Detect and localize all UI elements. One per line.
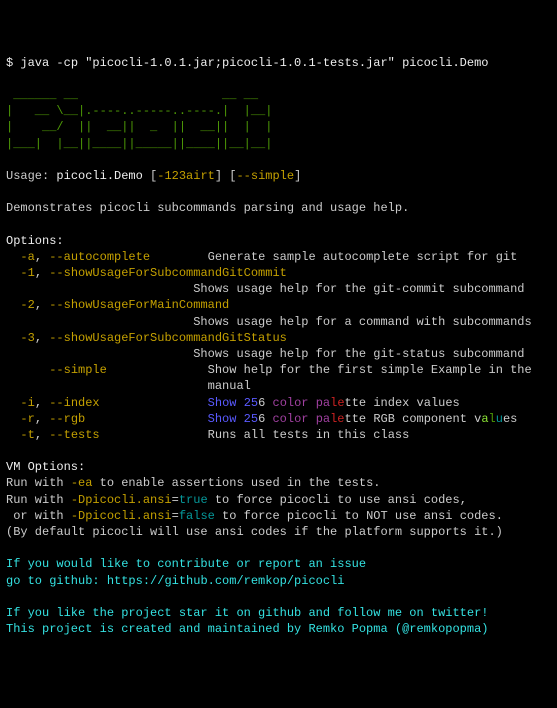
- description: Demonstrates picocli subcommands parsing…: [6, 201, 409, 215]
- option-row: -i, --index Show 256 color palette index…: [6, 396, 460, 410]
- usage-command: picocli.Demo: [56, 169, 142, 183]
- word: le: [330, 396, 344, 410]
- opt-short: -i: [20, 396, 34, 410]
- option-row: -r, --rgb Show 256 color palette RGB com…: [6, 412, 517, 426]
- opt-desc: Shows usage help for the git-status subc…: [193, 347, 524, 361]
- word: 25: [244, 396, 258, 410]
- options-list: -a, --autocomplete Generate sample autoc…: [6, 249, 551, 395]
- command-line: java -cp "picocli-1.0.1.jar;picocli-1.0.…: [20, 56, 488, 70]
- word: Show: [208, 396, 237, 410]
- text: go to github:: [6, 574, 107, 588]
- text: to force picocli to use ansi codes,: [208, 493, 467, 507]
- word: 25: [244, 412, 258, 426]
- text: to force picocli to NOT use ansi codes.: [215, 509, 503, 523]
- vm-line: Run with -Dpicocli.ansi=true to force pi…: [6, 493, 467, 507]
- vm-line: or with -Dpicocli.ansi=false to force pi…: [6, 509, 503, 523]
- text: or with: [6, 509, 71, 523]
- opt-desc: Shows usage help for the git-commit subc…: [193, 282, 524, 296]
- usage-label: Usage:: [6, 169, 56, 183]
- ascii-logo: ______ __ __ __ | __ \__|.----..-----..-…: [6, 88, 272, 151]
- usage-longopt: --simple: [236, 169, 294, 183]
- option-row: -t, --tests Runs all tests in this class: [6, 428, 409, 442]
- vm-line: (By default picocli will use ansi codes …: [6, 525, 503, 539]
- word: tte: [345, 396, 367, 410]
- value: true: [179, 493, 208, 507]
- bracket: ] [: [215, 169, 237, 183]
- opt-desc: Generate sample autocomplete script for …: [208, 250, 518, 264]
- opt-long: --showUsageForSubcommandGitCommit: [49, 266, 287, 280]
- github-url: https://github.com/remkop/picocli: [107, 574, 345, 588]
- opt-long: --showUsageForSubcommandGitStatus: [49, 331, 287, 345]
- opt-long: --rgb: [49, 412, 85, 426]
- word: RGB component v: [366, 412, 481, 426]
- opt-desc: Shows usage help for a command with subc…: [193, 315, 531, 329]
- opt-long: --simple: [49, 363, 107, 377]
- text: =: [172, 509, 179, 523]
- word: es: [503, 412, 517, 426]
- opt-long: --autocomplete: [49, 250, 150, 264]
- opt-desc: Show help for the first simple Example i…: [208, 363, 532, 377]
- opt-long: --tests: [49, 428, 99, 442]
- opt-desc: manual: [208, 379, 251, 393]
- word: a: [481, 412, 488, 426]
- text: =: [172, 493, 179, 507]
- word: index values: [366, 396, 460, 410]
- prompt: $: [6, 56, 20, 70]
- word: tte: [345, 412, 367, 426]
- vm-options-header: VM Options:: [6, 460, 85, 474]
- opt-short: -r: [20, 412, 34, 426]
- flag: -Dpicocli.ansi: [71, 493, 172, 507]
- word: pa: [316, 412, 330, 426]
- bracket: ]: [294, 169, 301, 183]
- word: color: [273, 396, 309, 410]
- opt-short: -3: [20, 331, 34, 345]
- terminal[interactable]: $ java -cp "picocli-1.0.1.jar;picocli-1.…: [6, 55, 551, 638]
- word: u: [496, 412, 503, 426]
- opt-long: --showUsageForMainCommand: [49, 298, 229, 312]
- word: 6: [258, 396, 265, 410]
- word: le: [330, 412, 344, 426]
- word: 6: [258, 412, 265, 426]
- word: l: [489, 412, 496, 426]
- opt-long: --index: [49, 396, 99, 410]
- word: Show: [208, 412, 237, 426]
- opt-short: -t: [20, 428, 34, 442]
- text: Run with: [6, 493, 71, 507]
- footer-line: If you would like to contribute or repor…: [6, 557, 366, 571]
- footer-line: If you like the project star it on githu…: [6, 606, 488, 620]
- usage-shortopts: -123airt: [157, 169, 215, 183]
- options-header: Options:: [6, 234, 64, 248]
- opt-desc: Runs all tests in this class: [208, 428, 410, 442]
- bracket: [: [143, 169, 157, 183]
- opt-short: -2: [20, 298, 34, 312]
- text: Run with: [6, 476, 71, 490]
- footer-line: go to github: https://github.com/remkop/…: [6, 574, 344, 588]
- value: false: [179, 509, 215, 523]
- flag: -ea: [71, 476, 93, 490]
- flag: -Dpicocli.ansi: [71, 509, 172, 523]
- word: color: [272, 412, 308, 426]
- vm-line: Run with -ea to enable assertions used i…: [6, 476, 380, 490]
- text: to enable assertions used in the tests.: [92, 476, 380, 490]
- opt-short: -1: [20, 266, 34, 280]
- opt-short: -a: [20, 250, 34, 264]
- word: pa: [316, 396, 330, 410]
- footer-line: This project is created and maintained b…: [6, 622, 488, 636]
